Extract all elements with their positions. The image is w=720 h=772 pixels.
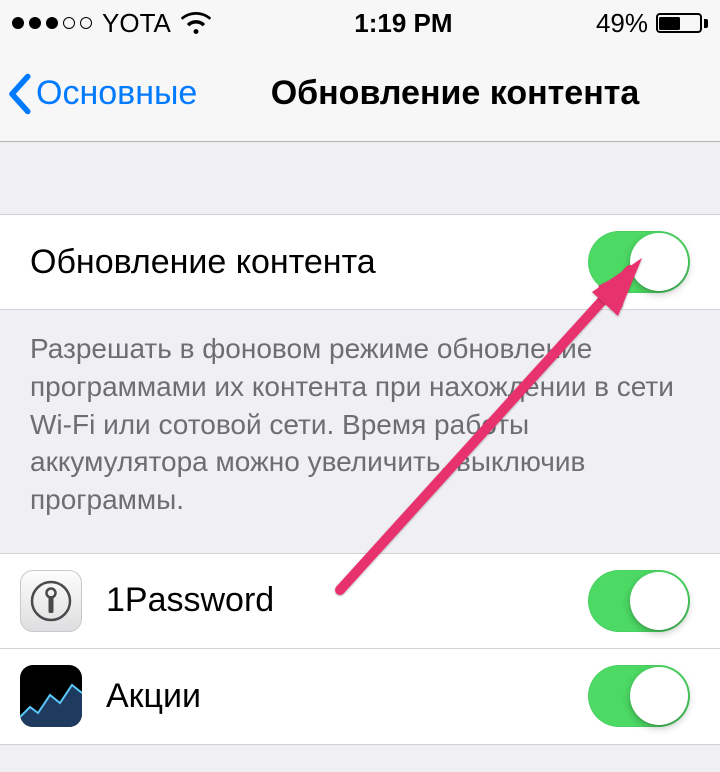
stocks-icon (20, 665, 82, 727)
nav-bar: Основные Обновление контента (0, 46, 720, 142)
onepassword-icon (20, 570, 82, 632)
status-bar: YOTA 1:19 PM 49% (0, 0, 720, 46)
status-right: 49% (596, 8, 708, 39)
battery-icon (656, 13, 708, 33)
app-row-1password: 1Password (0, 553, 720, 649)
status-left: YOTA (12, 8, 211, 39)
clock: 1:19 PM (354, 8, 452, 39)
master-toggle-label: Обновление контента (30, 243, 588, 282)
wifi-icon (181, 12, 211, 34)
app-label: Акции (106, 677, 588, 716)
app-row-stocks: Акции (0, 649, 720, 745)
app-label: 1Password (106, 581, 588, 620)
section-spacer (0, 142, 720, 214)
app-toggle-switch[interactable] (588, 665, 690, 727)
back-button[interactable]: Основные (0, 73, 197, 115)
section-footer-text: Разрешать в фоновом режиме обновление пр… (0, 310, 720, 553)
master-toggle-switch[interactable] (588, 231, 690, 293)
chevron-left-icon (6, 73, 32, 115)
back-label: Основные (36, 74, 197, 113)
battery-percent: 49% (596, 8, 648, 39)
signal-strength-icon (12, 17, 92, 29)
carrier-label: YOTA (102, 8, 171, 39)
app-toggle-switch[interactable] (588, 570, 690, 632)
master-toggle-row: Обновление контента (0, 214, 720, 310)
